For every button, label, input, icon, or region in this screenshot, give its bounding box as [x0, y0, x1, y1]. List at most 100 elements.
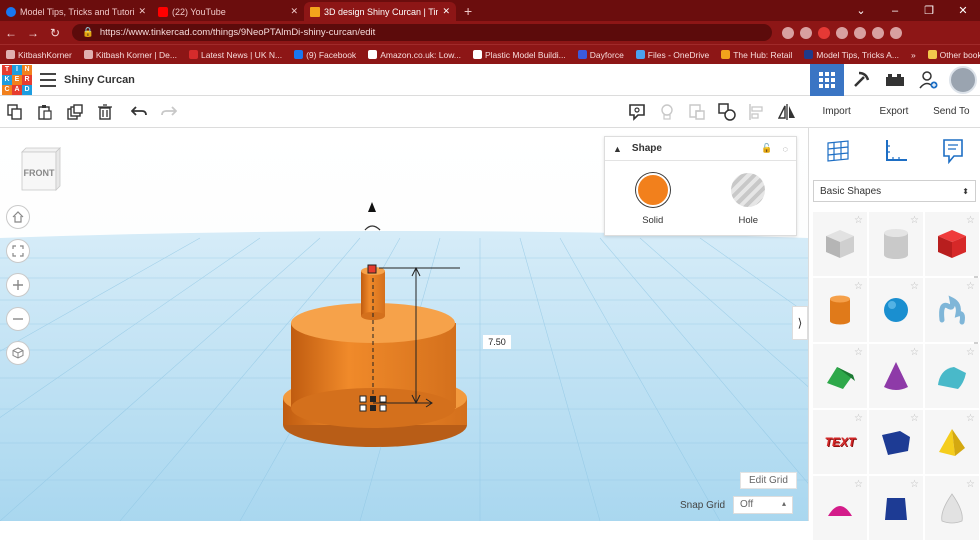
import-button[interactable]: Import	[808, 96, 865, 127]
blocks-view-button[interactable]	[844, 64, 878, 96]
shape-box[interactable]: ☆	[925, 212, 979, 276]
avatar[interactable]	[946, 64, 980, 96]
shape-round-roof[interactable]: ☆	[925, 344, 979, 408]
bricks-view-button[interactable]	[878, 64, 912, 96]
favorite-star-icon[interactable]: ☆	[910, 413, 919, 424]
favorite-star-icon[interactable]: ☆	[910, 281, 919, 292]
bookmark-item[interactable]: Dayforce	[577, 50, 624, 60]
hole-option[interactable]: Hole	[731, 173, 766, 226]
send-to-button[interactable]: Send To	[923, 96, 980, 127]
3d-design-view-button[interactable]	[810, 64, 844, 96]
lock-shape-icon[interactable]: 🔓	[761, 143, 772, 154]
shape-pyramid[interactable]: ☆	[925, 410, 979, 474]
height-handle[interactable]	[367, 264, 377, 274]
delete-button[interactable]	[90, 97, 120, 127]
notes-icon[interactable]	[942, 138, 964, 164]
redo-button[interactable]	[154, 97, 184, 127]
minimize-icon[interactable]: –	[878, 0, 912, 21]
favorite-star-icon[interactable]: ☆	[854, 413, 863, 424]
group-button[interactable]	[682, 97, 712, 127]
bookmark-item[interactable]: Files - OneDrive	[635, 50, 709, 60]
lightbulb-icon[interactable]: ◌	[783, 144, 788, 154]
hole-swatch[interactable]	[731, 173, 766, 207]
collapse-sidebar-button[interactable]: ⟩	[792, 306, 808, 340]
paste-button[interactable]	[30, 97, 60, 127]
zoom-out-button[interactable]	[6, 307, 30, 331]
undo-button[interactable]	[124, 97, 154, 127]
close-tab-icon[interactable]: ✕	[138, 6, 146, 17]
url-field[interactable]: 🔒 https://www.tinkercad.com/things/9NeoP…	[72, 24, 772, 41]
browser-tab-model-tips[interactable]: Model Tips, Tricks and Tutorials ✕	[0, 2, 152, 21]
collapse-inspector-icon[interactable]: ▲	[613, 144, 622, 154]
forward-icon[interactable]: →	[22, 26, 44, 40]
bookmark-item[interactable]: Latest News | UK N...	[188, 50, 282, 60]
bookmark-item[interactable]: Plastic Model Buildi...	[472, 50, 566, 60]
shape-cylinder-hole[interactable]: ☆	[869, 212, 923, 276]
duplicate-button[interactable]	[60, 97, 90, 127]
restore-icon[interactable]: ❐	[912, 0, 946, 21]
align-button[interactable]	[742, 97, 772, 127]
shape-paraboloid[interactable]: ☆	[925, 476, 979, 540]
shape-scribble[interactable]: ☆	[925, 278, 979, 342]
shape-text[interactable]: ☆ TEXT	[813, 410, 867, 474]
snap-grid-select[interactable]: Off ▴	[733, 496, 794, 514]
browser-tab-youtube[interactable]: (22) YouTube ✕	[152, 2, 304, 21]
show-all-button[interactable]	[652, 97, 682, 127]
favorite-star-icon[interactable]: ☆	[966, 281, 975, 292]
workplane-grid-icon[interactable]	[825, 138, 851, 164]
menu-dots-icon[interactable]	[890, 26, 902, 39]
extension-icon[interactable]	[836, 26, 848, 39]
design-list-icon[interactable]	[40, 72, 56, 87]
tab-search-icon[interactable]: ⌄	[844, 0, 878, 21]
reload-icon[interactable]: ↻	[44, 26, 66, 40]
favorite-star-icon[interactable]: ☆	[966, 347, 975, 358]
share-icon[interactable]	[782, 26, 794, 39]
shape-hexagon[interactable]: ☆	[869, 476, 923, 540]
shape-sphere[interactable]: ☆	[869, 278, 923, 342]
favorite-star-icon[interactable]: ☆	[966, 413, 975, 424]
ruler-icon[interactable]	[883, 138, 909, 164]
favorite-star-icon[interactable]: ☆	[966, 479, 975, 490]
zoom-in-button[interactable]	[6, 273, 30, 297]
shape-half-sphere[interactable]: ☆	[813, 476, 867, 540]
bookmark-item[interactable]: Amazon.co.uk: Low...	[368, 50, 461, 60]
shape-polygon-blue[interactable]: ☆	[869, 410, 923, 474]
other-bookmarks[interactable]: Other bookmarks	[927, 50, 980, 60]
favorite-star-icon[interactable]: ☆	[854, 215, 863, 226]
favorite-star-icon[interactable]: ☆	[966, 215, 975, 226]
shape-roof[interactable]: ☆	[813, 344, 867, 408]
close-tab-icon[interactable]: ✕	[442, 6, 450, 17]
edit-grid-button[interactable]: Edit Grid	[740, 472, 797, 489]
back-icon[interactable]: ←	[0, 26, 22, 40]
bookmark-item[interactable]: KitbashKorner	[6, 50, 72, 60]
adblock-icon[interactable]	[818, 26, 830, 39]
ungroup-button[interactable]	[712, 97, 742, 127]
invite-user-button[interactable]	[912, 64, 946, 96]
solid-color-swatch[interactable]	[635, 173, 670, 207]
profile-icon[interactable]	[872, 26, 884, 39]
browser-tab-tinkercad[interactable]: 3D design Shiny Curcan | Tinkerc ✕	[304, 2, 456, 21]
bookmark-item[interactable]: Kitbash Korner | De...	[83, 50, 177, 60]
tinkercad-logo[interactable]: T I N K E R C A D	[2, 64, 32, 95]
shape-cone[interactable]: ☆	[869, 344, 923, 408]
perspective-button[interactable]	[6, 341, 30, 365]
mirror-button[interactable]	[772, 97, 802, 127]
favorite-star-icon[interactable]: ☆	[854, 479, 863, 490]
fit-view-button[interactable]	[6, 239, 30, 263]
copy-button[interactable]	[0, 97, 30, 127]
home-view-button[interactable]	[6, 205, 30, 229]
notes-button[interactable]	[622, 97, 652, 127]
export-button[interactable]: Export	[865, 96, 922, 127]
bookmark-star-icon[interactable]	[800, 26, 812, 39]
close-tab-icon[interactable]: ✕	[290, 6, 298, 17]
shape-library-select[interactable]: Basic Shapes ⬍	[813, 180, 976, 202]
puzzle-icon[interactable]	[854, 26, 866, 39]
close-window-icon[interactable]: ✕	[946, 0, 980, 21]
favorite-star-icon[interactable]: ☆	[910, 479, 919, 490]
favorite-star-icon[interactable]: ☆	[854, 281, 863, 292]
bookmark-item[interactable]: Model Tips, Tricks A...	[804, 50, 899, 60]
favorite-star-icon[interactable]: ☆	[910, 215, 919, 226]
design-title[interactable]: Shiny Curcan	[64, 74, 135, 86]
favorite-star-icon[interactable]: ☆	[910, 347, 919, 358]
new-tab-button[interactable]: +	[456, 2, 480, 21]
